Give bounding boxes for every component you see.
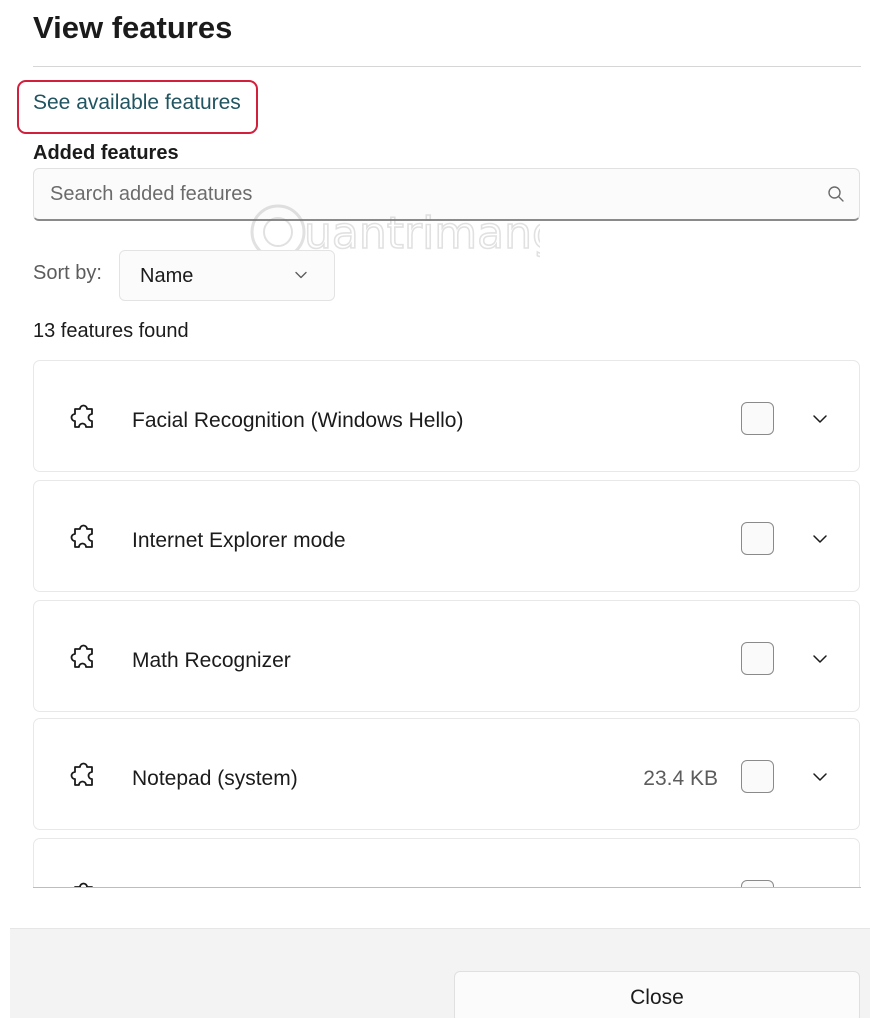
search-icon[interactable] <box>827 185 845 203</box>
feature-row[interactable]: Facial Recognition (Windows Hello) <box>33 360 860 472</box>
feature-row[interactable]: Math Recognizer <box>33 600 860 712</box>
close-button[interactable]: Close <box>454 971 860 1018</box>
view-features-dialog: View features See available features Add… <box>0 0 870 1018</box>
chevron-down-icon[interactable] <box>810 887 830 888</box>
sort-by-value: Name <box>140 265 194 287</box>
feature-checkbox[interactable] <box>741 522 774 555</box>
feature-name: Facial Recognition (Windows Hello) <box>132 409 464 432</box>
sort-by-label: Sort by: <box>33 262 102 284</box>
feature-row[interactable] <box>33 838 860 888</box>
added-features-heading: Added features <box>33 142 179 164</box>
puzzle-piece-icon <box>70 644 93 668</box>
title-divider <box>33 66 861 67</box>
chevron-down-icon[interactable] <box>810 529 830 549</box>
dialog-title: View features <box>33 10 233 45</box>
feature-name: Math Recognizer <box>132 649 291 672</box>
sort-by-dropdown[interactable]: Name <box>119 250 335 301</box>
feature-name: Internet Explorer mode <box>132 529 346 552</box>
chevron-down-icon[interactable] <box>810 649 830 669</box>
puzzle-piece-icon <box>70 524 93 548</box>
feature-checkbox[interactable] <box>741 402 774 435</box>
puzzle-piece-icon <box>70 762 93 786</box>
feature-checkbox[interactable] <box>741 642 774 675</box>
feature-name: Notepad (system) <box>132 767 298 790</box>
chevron-down-icon[interactable] <box>810 767 830 787</box>
feature-size: 23.4 KB <box>643 767 718 790</box>
puzzle-piece-icon <box>70 404 93 428</box>
chevron-down-icon <box>295 271 307 279</box>
feature-checkbox[interactable] <box>741 880 774 887</box>
features-count: 13 features found <box>33 320 189 342</box>
see-available-features-link[interactable]: See available features <box>33 91 241 115</box>
features-list[interactable]: Facial Recognition (Windows Hello) Inter… <box>33 360 861 888</box>
feature-checkbox[interactable] <box>741 760 774 793</box>
feature-row[interactable]: Notepad (system) 23.4 KB <box>33 718 860 830</box>
puzzle-piece-icon <box>74 882 93 887</box>
search-box <box>33 168 860 221</box>
feature-row[interactable]: Internet Explorer mode <box>33 480 860 592</box>
chevron-down-icon[interactable] <box>810 409 830 429</box>
dialog-footer: Close <box>10 928 870 1018</box>
search-added-features-input[interactable] <box>34 169 814 219</box>
